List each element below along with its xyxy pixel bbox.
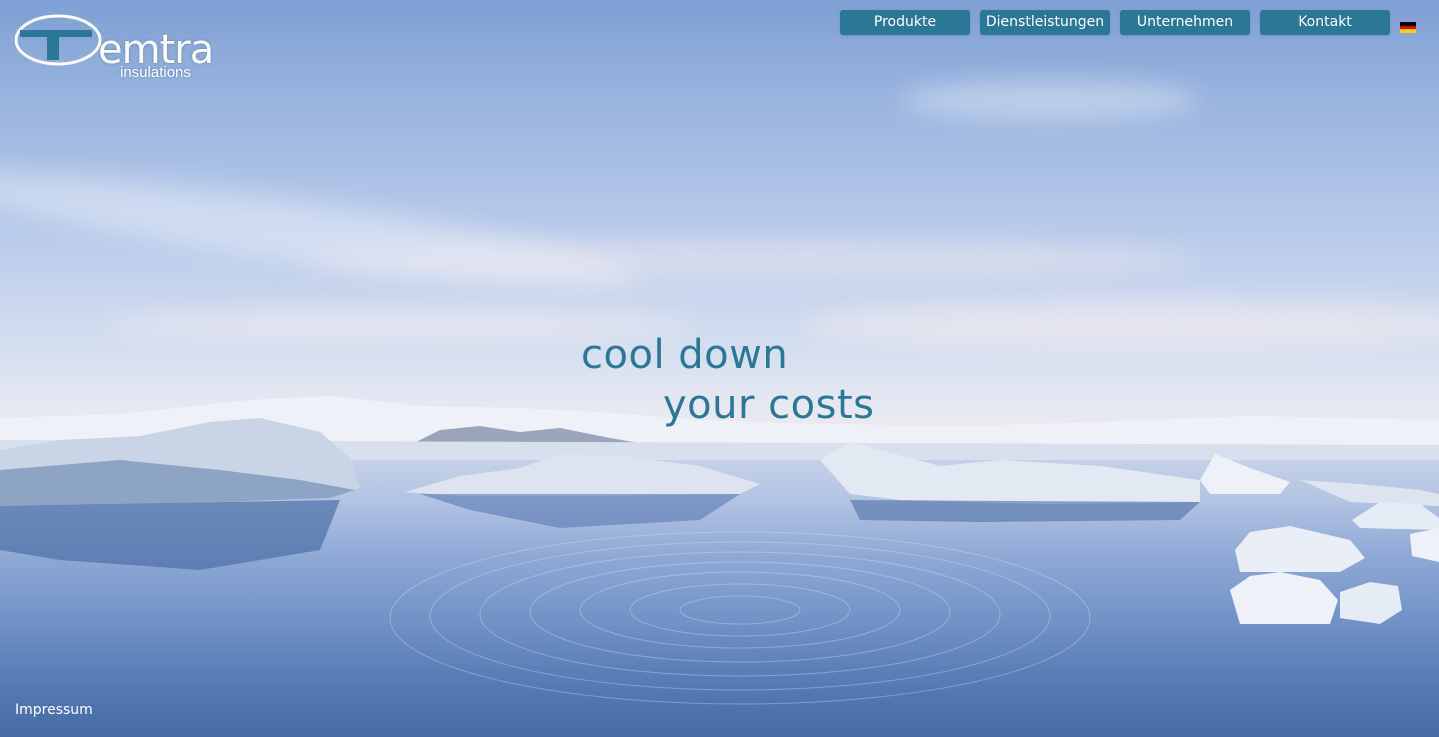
hero-line-2: your costs — [663, 382, 875, 428]
main-nav: Produkte Dienstleistungen Unternehmen Ko… — [840, 10, 1390, 35]
nav-dienstleistungen[interactable]: Dienstleistungen — [980, 10, 1110, 35]
hero-tagline: cool down your costs — [581, 330, 874, 430]
nav-kontakt[interactable]: Kontakt — [1260, 10, 1390, 35]
hero-line-1: cool down — [581, 332, 789, 378]
logo-emblem — [14, 14, 102, 66]
impressum-link[interactable]: Impressum — [15, 702, 93, 718]
nav-produkte[interactable]: Produkte — [840, 10, 970, 35]
hero-background: emtra insulations Produkte Dienstleistun… — [0, 0, 1439, 737]
cloud — [900, 80, 1200, 120]
cloud — [0, 151, 641, 309]
water-ripples — [389, 531, 1091, 705]
cloud — [300, 240, 1200, 280]
nav-unternehmen[interactable]: Unternehmen — [1120, 10, 1250, 35]
cloud — [800, 300, 1439, 350]
brand-logo[interactable]: emtra insulations — [14, 14, 214, 82]
german-flag-icon[interactable] — [1400, 22, 1416, 33]
brand-tagline: insulations — [120, 64, 191, 81]
